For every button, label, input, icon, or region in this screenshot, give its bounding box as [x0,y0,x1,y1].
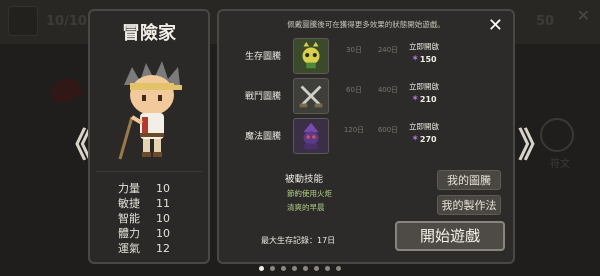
requirement-days: 120日 [343,126,365,134]
unlock-now-button[interactable]: 立即開啟 ✶ 150 [407,41,441,64]
swords-totem-icon[interactable] [293,78,329,114]
stat-name: 體力 [118,227,140,240]
stats-list: 力量 10 敏捷 11 智能 10 體力 10 運氣 12 [118,181,174,256]
divider [96,171,202,172]
unlock-price: 210 [419,94,437,104]
stat-value: 10 [156,212,170,225]
requirement-days: 400日 [377,86,399,94]
unlock-label: 立即開啟 [409,42,439,51]
character-panel: 冒險家 力量 10 敏捷 11 智能 10 體力 10 運氣 12 [88,9,210,264]
unlock-now-button[interactable]: 立即開啟 ✶ 210 [407,81,441,104]
unlock-price: 270 [419,134,437,144]
requirement-days: 600日 [377,126,399,134]
totem-label: 生存圖騰 [245,52,282,62]
stat-row: 敏捷 11 [118,196,174,211]
page-dot[interactable] [259,266,264,271]
stat-name: 力量 [118,182,140,195]
requirement-days: 240日 [377,46,399,54]
star-gem-icon: ✶ [411,134,419,144]
adventurer-character-icon [118,61,182,160]
my-crafting-button[interactable]: 我的製作法 [437,195,501,215]
page-dot[interactable] [314,266,319,271]
totem-label: 戰鬥圖騰 [245,92,282,102]
stat-value: 10 [156,182,170,195]
pagination-dots [0,266,600,271]
stat-value: 11 [156,197,170,210]
start-game-button[interactable]: 開始遊戲 [395,221,505,251]
stat-name: 運氣 [118,242,140,255]
requirement-cell: 400日 [375,81,401,111]
page-dot[interactable] [281,266,286,271]
prev-character-button[interactable]: 《 [58,118,92,167]
requirement-cell: 600日 [375,121,401,151]
totem-row-survival: 生存圖騰 30日 240日 立即開啟 ✶ 150 [239,37,499,75]
skull-totem-icon[interactable] [293,38,329,74]
page-dot[interactable] [270,266,275,271]
unlock-price: 150 [419,54,437,64]
stat-row: 體力 10 [118,226,174,241]
stat-row: 力量 10 [118,181,174,196]
stat-value: 12 [156,242,170,255]
stat-row: 智能 10 [118,211,174,226]
unlock-now-button[interactable]: 立即開啟 ✶ 270 [407,121,441,144]
star-gem-icon: ✶ [411,54,419,64]
requirement-days: 30日 [346,46,362,54]
character-name: 冒險家 [122,23,176,44]
dialog-hint: 佩戴圖騰後可在獲得更多效果的狀態開始遊戲。 [287,20,445,29]
page-dot[interactable] [303,266,308,271]
unlock-label: 立即開啟 [409,82,439,91]
page-dot[interactable] [292,266,297,271]
totem-label: 魔法圖騰 [245,132,282,142]
next-character-button[interactable]: 》 [518,118,552,167]
stat-name: 敏捷 [118,197,140,210]
my-totems-button[interactable]: 我的圖騰 [437,170,501,190]
survival-record: 最大生存記錄：17日 [261,236,336,245]
requirement-days: 60日 [346,86,362,94]
unlock-label: 立即開啟 [409,122,439,131]
mage-totem-icon[interactable] [293,118,329,154]
passive-skill: 節約使用火炬 [287,189,332,198]
totem-row-magic: 魔法圖騰 120日 600日 立即開啟 ✶ 270 [239,117,499,155]
stat-name: 智能 [118,212,140,225]
totem-row-combat: 戰鬥圖騰 60日 400日 立即開啟 ✶ 210 [239,77,499,115]
screen: 10/10 50 ✕ 符文 《 》 冒險家 力量 10 敏捷 11 智能 10 … [0,0,600,276]
page-dot[interactable] [325,266,330,271]
stat-value: 10 [156,227,170,240]
stat-row: 運氣 12 [118,241,174,256]
requirement-cell: 60日 [341,81,367,111]
passive-skills-title: 被動技能 [285,174,324,185]
star-gem-icon: ✶ [411,94,419,104]
passive-skill: 清爽的早晨 [287,203,325,212]
close-button[interactable]: ✕ [488,15,503,36]
totem-dialog: 佩戴圖騰後可在獲得更多效果的狀態開始遊戲。 ✕ 生存圖騰 30日 240日 立即… [217,9,515,264]
page-dot[interactable] [336,266,341,271]
requirement-cell: 30日 [341,41,367,71]
requirement-cell: 120日 [341,121,367,151]
requirement-cell: 240日 [375,41,401,71]
